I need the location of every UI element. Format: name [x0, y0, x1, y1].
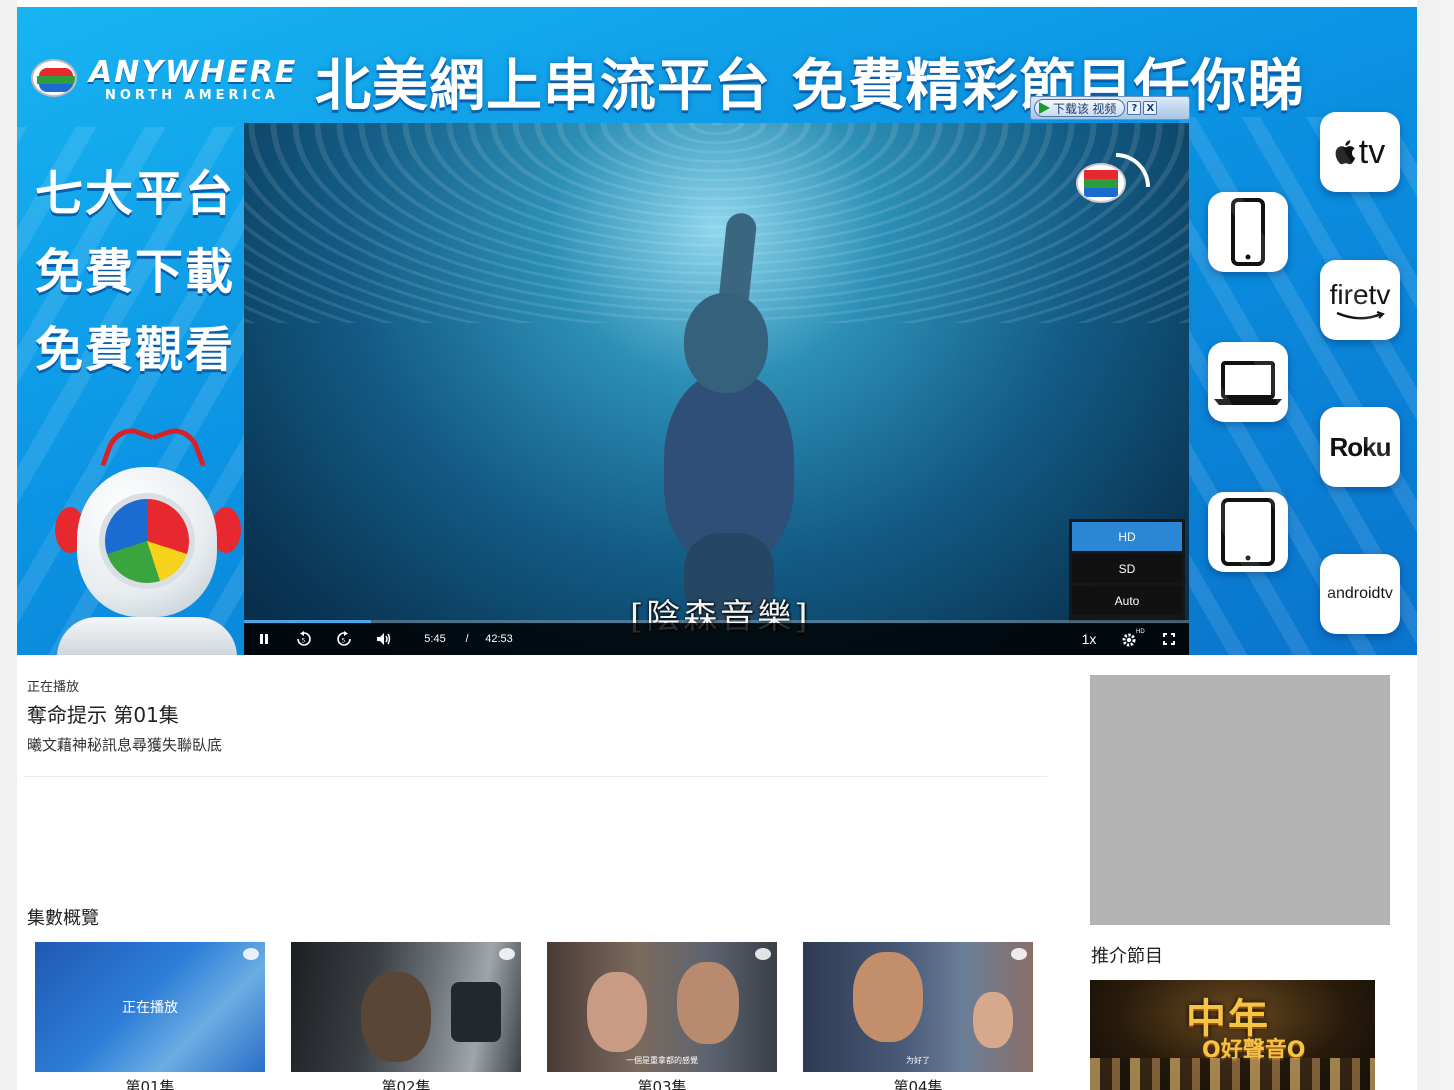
amazon-smile-icon	[1336, 311, 1385, 320]
svg-text:5: 5	[342, 638, 346, 645]
laptop-icon	[1214, 361, 1282, 405]
episode-thumbnail[interactable]: 一個是重拿都的感覺	[547, 942, 777, 1072]
mascot-illustration	[47, 421, 247, 655]
page: ANYWHERE NORTH AMERICA 北美網上串流平台 免費精彩節目任你…	[17, 0, 1417, 1090]
close-button[interactable]: X	[1143, 101, 1158, 115]
download-video-button[interactable]: 下载该 视频	[1034, 99, 1126, 117]
pause-icon	[260, 634, 268, 644]
episode-label[interactable]: 第02集	[291, 1076, 521, 1090]
brand-subtitle: NORTH AMERICA	[105, 88, 279, 103]
quality-option-auto[interactable]: Auto	[1072, 586, 1182, 615]
phone-tile	[1208, 192, 1288, 272]
quality-option-sd[interactable]: SD	[1072, 554, 1182, 583]
episode-description: 曦文藉神秘訊息尋獲失聯臥底	[27, 736, 223, 754]
time-separator: /	[465, 633, 469, 645]
tablet-icon	[1221, 498, 1275, 566]
svg-text:5: 5	[302, 638, 306, 645]
episode-thumbnail[interactable]	[291, 942, 521, 1072]
episode-card[interactable]: 正在播放 第01集	[35, 942, 265, 1090]
apple-tv-tile: tv	[1320, 112, 1400, 192]
fire-tv-label: firetv	[1329, 279, 1391, 310]
roku-label: Roku	[1329, 431, 1392, 462]
episode-caption: 为好了	[906, 1056, 930, 1065]
video-frame-swimmer	[604, 211, 844, 623]
playback-speed-button[interactable]: 1x	[1077, 623, 1101, 655]
episode-thumbnail[interactable]: 正在播放	[35, 942, 265, 1072]
brand-name: ANYWHERE	[89, 55, 298, 90]
forward-button[interactable]: 5	[332, 623, 356, 655]
tablet-tile	[1208, 492, 1288, 572]
episode-label[interactable]: 第03集	[547, 1076, 777, 1090]
fullscreen-button[interactable]	[1158, 623, 1180, 655]
now-playing-label: 正在播放	[27, 680, 80, 695]
divider	[23, 776, 1047, 777]
android-tv-tile: androidtv	[1320, 554, 1400, 634]
download-video-label: 下载该 视频	[1053, 101, 1117, 116]
volume-button[interactable]	[372, 623, 396, 655]
banner-slogans: 七大平台 免費下載 免費觀看	[35, 155, 235, 389]
tvb-eye-icon	[31, 59, 77, 97]
ad-placeholder[interactable]	[1090, 675, 1390, 925]
recommended-title: 推介節目	[1091, 946, 1163, 967]
quality-menu: HD SD Auto	[1069, 519, 1185, 621]
fire-tv-tile: firetv	[1320, 260, 1400, 340]
episode-card[interactable]: 第02集	[291, 942, 521, 1090]
hd-badge: HD	[1136, 629, 1145, 635]
player-controls: 5 5 5:45 / 42:53 1x HD	[244, 623, 1189, 655]
now-playing-overlay: 正在播放	[35, 942, 265, 1072]
android-tv-label: androidtv	[1327, 585, 1393, 602]
episode-card[interactable]: 为好了 第04集	[803, 942, 1033, 1090]
fullscreen-icon	[1163, 633, 1175, 645]
episode-card[interactable]: 一個是重拿都的感覺 第03集	[547, 942, 777, 1090]
tvb-watermark-icon	[499, 948, 515, 960]
rewind-button[interactable]: 5	[292, 623, 316, 655]
anywhere-logo: ANYWHERE NORTH AMERICA	[31, 49, 311, 109]
tvb-watermark-icon	[1011, 948, 1027, 960]
apple-tv-label: tv	[1358, 132, 1386, 171]
duration: 42:53	[485, 633, 513, 645]
volume-icon	[377, 633, 391, 645]
video-player[interactable]: [陰森音樂] HD SD Auto 5 5 5:45 / 42:53 1x HD	[244, 123, 1189, 655]
laptop-tile	[1208, 342, 1288, 422]
slogan-3: 免費觀看	[35, 322, 236, 378]
pause-button[interactable]	[252, 623, 276, 655]
help-button[interactable]: ?	[1127, 101, 1142, 115]
settings-button[interactable]: HD	[1116, 623, 1148, 655]
tvb-watermark-icon	[243, 948, 259, 960]
rewind-icon: 5	[297, 631, 311, 646]
forward-icon: 5	[337, 631, 351, 646]
play-icon	[1039, 102, 1050, 114]
slogan-1: 七大平台	[35, 166, 236, 222]
quality-option-hd[interactable]: HD	[1072, 522, 1182, 551]
apple-icon	[1335, 140, 1355, 165]
episode-title: 奪命提示 第01集	[27, 703, 179, 727]
recommended-thumbnail[interactable]: 中年 O好聲音O	[1090, 980, 1375, 1090]
download-toolbar: 下载该 视频 ? X	[1030, 96, 1190, 120]
episode-label[interactable]: 第04集	[803, 1076, 1033, 1090]
episode-caption: 一個是重拿都的感覺	[626, 1056, 698, 1065]
episode-overview-title: 集數概覽	[27, 908, 99, 929]
episode-label[interactable]: 第01集	[35, 1076, 265, 1090]
tvb-watermark-icon	[1076, 153, 1152, 205]
recommended-cast	[1090, 1058, 1375, 1090]
slogan-2: 免費下載	[35, 244, 236, 300]
episode-thumbnail[interactable]: 为好了	[803, 942, 1033, 1072]
tvb-watermark-icon	[755, 948, 771, 960]
scrollbar[interactable]	[1440, 0, 1454, 1090]
smartphone-icon	[1231, 198, 1265, 266]
roku-tile: Roku	[1320, 407, 1400, 487]
current-time: 5:45	[424, 633, 446, 645]
